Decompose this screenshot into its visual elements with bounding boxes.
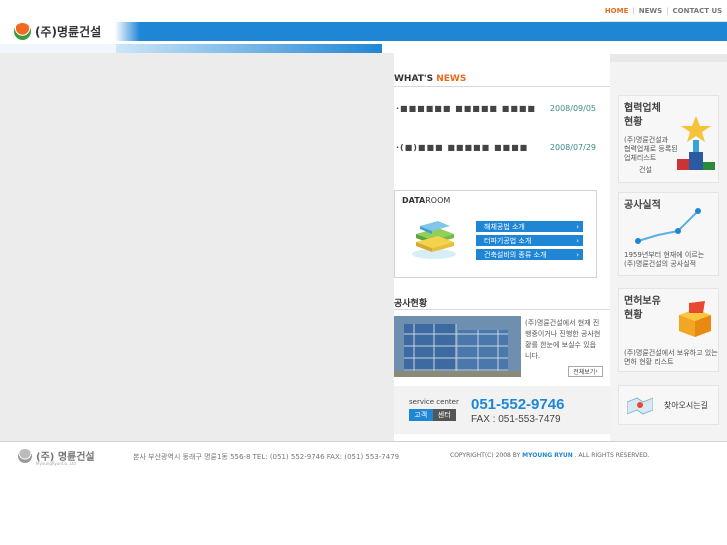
chevron-right-icon: › (576, 250, 579, 259)
footer-address: 본사 부산광역시 동래구 명륜1동 556-8 TEL: (051) 552-9… (133, 453, 400, 461)
record-desc: 1959년부터 현재에 이르는 (주)명륜건설의 공사실적 (624, 251, 705, 268)
license-box[interactable]: 면허보유 현황 (주)명륜건설에서 보유하고 있는 면허 현황 리스트 (618, 288, 719, 372)
nav-home-link[interactable]: HOME (605, 7, 629, 15)
right-top-strip (610, 54, 727, 62)
dataroom-excavation-button[interactable]: 터파기공법 소개 › (476, 235, 583, 246)
nav-news-link[interactable]: NEWS (639, 7, 662, 15)
books-icon (410, 218, 460, 260)
service-center-badge: 고객 센터 (409, 409, 456, 421)
license-title: 면허보유 현황 (624, 296, 661, 321)
news-item[interactable]: ·■■■■■■ ■■■■■ ■■■■ 2008/09/05 (394, 101, 610, 115)
directions-button[interactable]: 찾아오시는길 (618, 385, 719, 425)
logo-text: (주)명륜건설 (35, 25, 102, 39)
partner-box[interactable]: 협력업체 현황 (주)명륜건설과 협력업체로 등록된 업체리스트 건설 (618, 95, 719, 183)
service-fax: FAX : 051-553-7479 (471, 414, 561, 425)
news-divider (394, 86, 610, 87)
podium-star-icon (676, 114, 716, 178)
footer-copyright: COPYRIGHT(C) 2008 BY MYOUNG RYUN . ALL R… (450, 452, 650, 459)
news-title: WHAT'S NEWS (394, 74, 467, 84)
construction-title: 공사현황 (394, 299, 428, 309)
construction-desc: (주)명륜건설에서 현재 진행중이거나 진행한 공사현황를 한눈에 보실수 있읍… (525, 319, 601, 360)
nav-contact-link[interactable]: CONTACT US (673, 7, 723, 15)
box-icon (675, 299, 715, 343)
main-visual-area (0, 53, 394, 441)
footer-logo-sub: MyoungRyunCo.,Ltd (36, 461, 76, 466)
site-logo[interactable]: (주)명륜건설 (14, 22, 114, 41)
map-icon (626, 396, 654, 418)
dataroom-demolition-button[interactable]: 해체공법 소개 › (476, 221, 583, 232)
construction-more-button[interactable]: 전체보기 › (568, 366, 603, 377)
nav-separator: | (632, 6, 635, 15)
chevron-right-icon: › (576, 222, 579, 231)
chevron-right-icon: › (576, 236, 579, 245)
record-box[interactable]: 공사실적 1959년부터 현재에 이르는 (주)명륜건설의 공사실적 (618, 192, 719, 276)
growth-line-icon (634, 205, 704, 249)
construction-photo[interactable] (394, 316, 521, 377)
partner-title: 협력업체 현황 (624, 103, 661, 128)
top-nav: HOME | NEWS | CONTACT US (600, 0, 727, 22)
service-center-label: service center (409, 398, 459, 406)
sub-bar-left (0, 44, 116, 53)
news-item-date: 2008/09/05 (549, 103, 596, 113)
logo-mark-icon (14, 23, 31, 40)
dataroom-title: DATAROOM (402, 196, 451, 205)
directions-label: 찾아오시는길 (663, 400, 708, 410)
news-item-date: 2008/07/29 (549, 142, 596, 152)
partner-desc: (주)명륜건설과 협력업체로 등록된 업체리스트 건설 (624, 136, 678, 174)
dataroom-facilities-button[interactable]: 건축설비의 종류 소개 › (476, 249, 583, 260)
news-item-title[interactable]: ·■■■■■■ ■■■■■ ■■■■ (396, 104, 536, 113)
license-desc: (주)명륜건설에서 보유하고 있는 면허 현황 리스트 (624, 349, 718, 366)
news-item[interactable]: ·(■)■■■ ■■■■■ ■■■■ 2008/07/29 (394, 140, 610, 154)
construction-divider (394, 309, 610, 310)
service-phone: 051-552-9746 (471, 396, 565, 413)
news-item-title[interactable]: ·(■)■■■ ■■■■■ ■■■■ (396, 143, 528, 152)
footer-logo-mark-icon (18, 448, 32, 463)
nav-separator: | (666, 6, 669, 15)
chevron-right-icon: › (595, 368, 598, 375)
sub-bar (116, 44, 382, 53)
